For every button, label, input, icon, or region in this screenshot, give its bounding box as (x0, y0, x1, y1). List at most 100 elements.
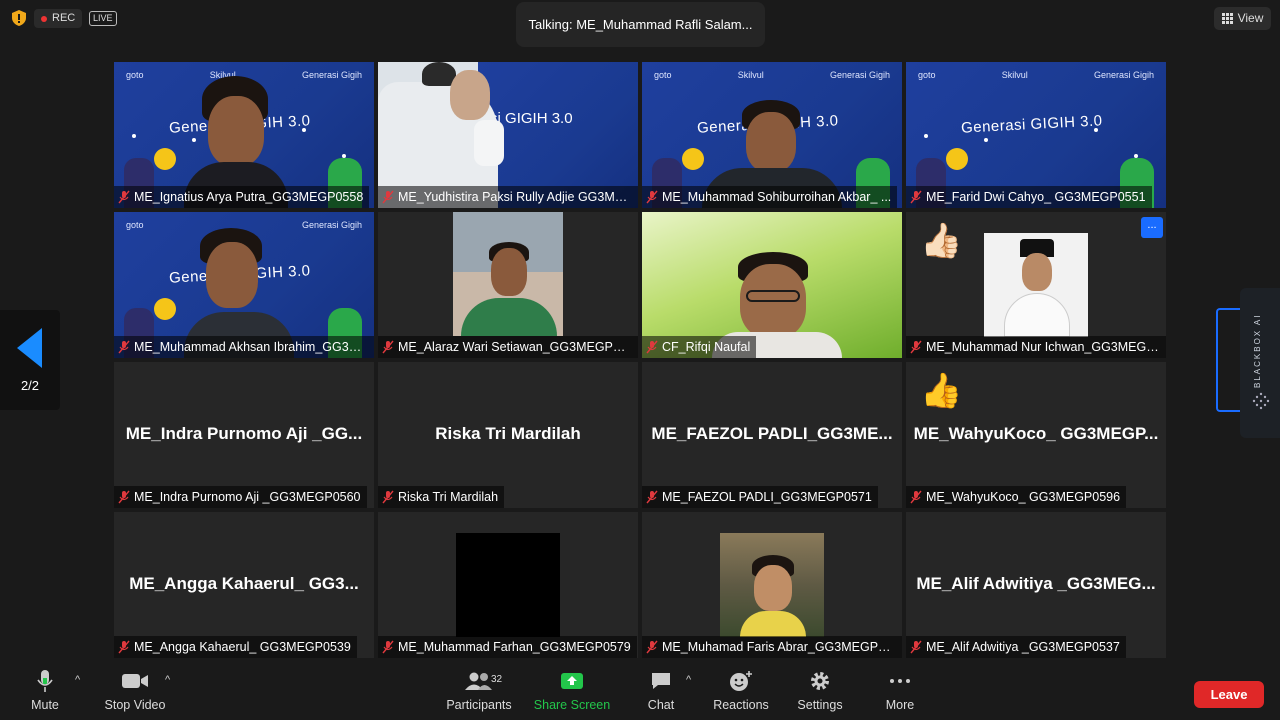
video-tile[interactable]: ME_Alaraz Wari Setiawan_GG3MEGP0536 (378, 212, 638, 358)
participant-name: ME_Muhammad Sohiburroihan Akbar_ ... (662, 190, 892, 204)
participant-name-bar: ME_Muhammad Nur Ichwan_GG3MEGP... (906, 336, 1166, 358)
participant-name-bar: ME_Alif Adwitiya _GG3MEGP0537 (906, 636, 1126, 658)
view-button[interactable]: View (1214, 7, 1271, 30)
tile-more-options-button[interactable]: ... (1141, 217, 1163, 238)
participant-name: ME_FAEZOL PADLI_GG3MEGP0571 (662, 490, 872, 504)
participant-face (206, 242, 258, 308)
participant-name-bar: ME_Muhammad Farhan_GG3MEGP0579 (378, 636, 637, 658)
generasi-logo: Generasi Gigih (301, 220, 362, 230)
share-screen-button[interactable]: Share Screen (532, 664, 612, 720)
view-label: View (1237, 11, 1264, 25)
video-tile[interactable]: ME_FAEZOL PADLI_GG3ME... ME_FAEZOL PADLI… (642, 362, 902, 508)
microphone-icon (36, 664, 54, 698)
share-screen-icon (560, 664, 584, 698)
mic-muted-icon (910, 340, 922, 354)
participant-name-bar: Riska Tri Mardilah (378, 486, 505, 508)
participant-name-bar: CF_Rifqi Naufal (642, 336, 757, 358)
participant-name: Riska Tri Mardilah (398, 490, 499, 504)
participants-button[interactable]: Participants (440, 664, 518, 720)
video-tile[interactable]: ME_Angga Kahaerul_ GG3... ME_Angga Kahae… (114, 512, 374, 658)
video-tile[interactable]: goto Skilvul Generasi Gigih Generasi GIG… (114, 62, 374, 208)
participant-name-bar: ME_Ignatius Arya Putra_GG3MEGP0558 (114, 186, 370, 208)
mic-muted-icon (646, 490, 658, 504)
reactions-label: Reactions (713, 698, 769, 712)
top-bar: REC LIVE Talking: ME_Muhammad Rafli Sala… (0, 0, 1280, 47)
participant-name-bar: ME_Farid Dwi Cahyo_ GG3MEGP0551 (906, 186, 1152, 208)
video-tile[interactable]: ME_Indra Purnomo Aji _GG... ME_Indra Pur… (114, 362, 374, 508)
banner-logos: goto Skilvul Generasi Gigih (918, 70, 1154, 80)
reactions-button[interactable]: Reactions (710, 664, 772, 720)
grid-view-icon (1221, 13, 1233, 24)
mic-muted-icon (910, 490, 922, 504)
thumbs-up-reaction-icon: 👍🏻 (920, 222, 963, 260)
participant-name: ME_Alif Adwitiya _GG3MEGP0537 (926, 640, 1120, 654)
chat-label: Chat (647, 698, 675, 712)
participant-name-bar: ME_Muhamad Faris Abrar_GG3MEGP0575 (642, 636, 902, 658)
lightbulb-illustration (946, 148, 968, 170)
participant-name: ME_Muhamad Faris Abrar_GG3MEGP0575 (662, 640, 896, 654)
stop-video-button[interactable]: Stop Video (100, 664, 170, 720)
video-tile[interactable]: ME_Muhammad Farhan_GG3MEGP0579 (378, 512, 638, 658)
audio-options-caret-icon[interactable]: ^ (75, 674, 80, 686)
settings-button[interactable]: Settings (796, 664, 844, 720)
mic-muted-icon (382, 490, 394, 504)
generasi-logo: Generasi Gigih (1093, 70, 1154, 80)
participant-face (450, 70, 490, 120)
video-tile[interactable]: goto Skilvul Generasi Gigih Generasi GIG… (906, 62, 1166, 208)
mic-muted-icon (382, 340, 394, 354)
video-tile[interactable]: goto Skilvul Generasi Gigih Generasi GIG… (642, 62, 902, 208)
goto-logo: goto (654, 70, 672, 80)
lightbulb-illustration (154, 298, 176, 320)
participant-name-bar: ME_Alaraz Wari Setiawan_GG3MEGP0536 (378, 336, 638, 358)
mic-muted-icon (646, 640, 658, 654)
more-dots-icon (889, 664, 911, 698)
participant-shirt (461, 298, 557, 336)
thumbs-up-reaction-icon: 👍 (920, 372, 963, 410)
more-button[interactable]: More (880, 664, 920, 720)
share-screen-label: Share Screen (533, 698, 611, 712)
video-tile[interactable]: ME_Muhamad Faris Abrar_GG3MEGP0575 (642, 512, 902, 658)
security-shield-icon[interactable] (10, 9, 28, 27)
video-tile[interactable]: Generasi GIGIH 3.0 ME_Yudhistira Paksi R… (378, 62, 638, 208)
video-options-caret-icon[interactable]: ^ (165, 674, 170, 686)
chat-options-caret-icon[interactable]: ^ (686, 674, 691, 686)
participant-face (1022, 253, 1052, 291)
participants-count: 32 (491, 674, 503, 685)
participant-display-name: ME_Indra Purnomo Aji _GG... (125, 424, 363, 443)
mute-button[interactable]: Mute (20, 664, 70, 720)
recording-indicator[interactable]: REC (34, 9, 83, 28)
participant-name: CF_Rifqi Naufal (662, 340, 751, 354)
mic-muted-icon (382, 190, 394, 204)
chat-button[interactable]: Chat (640, 664, 682, 720)
participant-avatar (456, 533, 560, 637)
video-tile[interactable]: Riska Tri Mardilah Riska Tri Mardilah (378, 362, 638, 508)
participant-face (754, 565, 792, 611)
live-badge[interactable]: LIVE (89, 11, 117, 26)
generasi-logo: Generasi Gigih (829, 70, 890, 80)
video-tile[interactable]: ME_Alif Adwitiya _GG3MEG... ME_Alif Adwi… (906, 512, 1166, 658)
video-tile[interactable]: goto Generasi Gigih Generasi GIGIH 3.0 M… (114, 212, 374, 358)
video-tile[interactable]: 👍 ME_WahyuKoco_ GG3MEGP... ME_WahyuKoco_… (906, 362, 1166, 508)
previous-page-button[interactable]: 2/2 (0, 310, 60, 410)
blackbox-ai-widget[interactable]: BLACKBOX AI (1216, 288, 1280, 438)
participant-name-bar: ME_FAEZOL PADLI_GG3MEGP0571 (642, 486, 878, 508)
participant-name: ME_WahyuKoco_ GG3MEGP0596 (926, 490, 1121, 504)
skilvul-logo: Skilvul (1001, 70, 1028, 80)
participant-uniform (1004, 293, 1070, 337)
goto-logo: goto (126, 220, 144, 230)
video-tile[interactable]: 👍🏻 ... ME_Muhammad Nur Ichwan_GG3MEGP... (906, 212, 1166, 358)
mic-muted-icon (646, 340, 658, 354)
banner-dots (924, 134, 928, 138)
video-tile[interactable]: CF_Rifqi Naufal (642, 212, 902, 358)
mic-muted-icon (910, 190, 922, 204)
goto-logo: goto (126, 70, 144, 80)
leave-button[interactable]: Leave (1194, 681, 1264, 708)
participant-name-bar: ME_Yudhistira Paksi Rully Adjie GG3MEGP.… (378, 186, 638, 208)
participant-display-name: ME_Angga Kahaerul_ GG3... (129, 574, 359, 593)
mic-muted-icon (118, 190, 130, 204)
participant-name: ME_Yudhistira Paksi Rully Adjie GG3MEGP.… (398, 190, 632, 204)
meeting-toolbar: Mute ^ Stop Video ^ Participants 32 Shar… (0, 664, 1280, 720)
lightbulb-illustration (154, 148, 176, 170)
emoji-smile-icon (729, 664, 753, 698)
arrow-left-icon (17, 328, 42, 368)
